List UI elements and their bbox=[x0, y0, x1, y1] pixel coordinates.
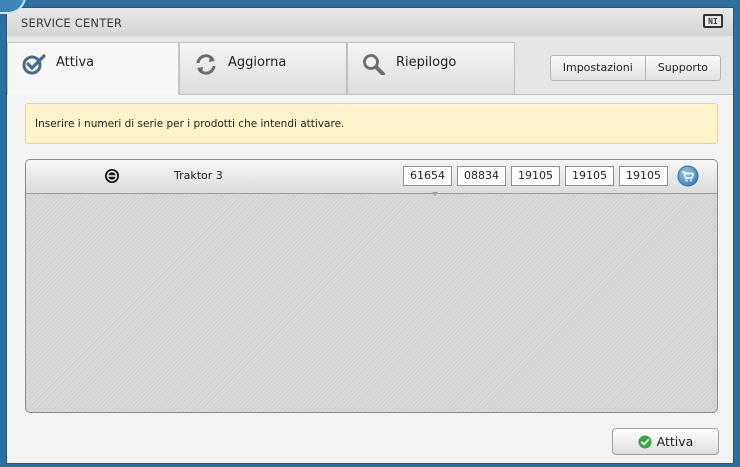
serial-field-5[interactable]: 19105 bbox=[619, 166, 668, 186]
support-button[interactable]: Supporto bbox=[644, 56, 720, 80]
serial-field-2[interactable]: 08834 bbox=[457, 166, 506, 186]
magnifier-icon bbox=[363, 54, 385, 75]
tab-aggiorna[interactable]: Aggiorna bbox=[179, 42, 347, 94]
product-name: Traktor 3 bbox=[174, 169, 223, 182]
tab-riepilogo[interactable]: Riepilogo bbox=[347, 42, 515, 94]
tab-bar: Attiva Aggiorna Riepilogo Impostazioni S… bbox=[7, 36, 733, 95]
product-row: Traktor 3 61654 08834 19105 19105 19105 bbox=[26, 160, 717, 194]
tab-attiva[interactable]: Attiva bbox=[7, 42, 179, 95]
check-circle-icon bbox=[638, 435, 652, 448]
row-pointer-icon bbox=[432, 192, 438, 196]
ni-logo-icon: NI bbox=[703, 14, 723, 28]
activate-button-label: Attiva bbox=[656, 434, 694, 449]
activate-button[interactable]: Attiva bbox=[612, 428, 719, 455]
settings-button[interactable]: Impostazioni bbox=[551, 56, 645, 80]
tab-aggiorna-label: Aggiorna bbox=[228, 55, 287, 70]
info-notice: Inserire i numeri di serie per i prodott… bbox=[25, 103, 718, 144]
service-center-window: SERVICE CENTER NI Attiva Aggiorna Riepil… bbox=[6, 7, 734, 464]
serial-number-fields: 61654 08834 19105 19105 19105 bbox=[403, 166, 668, 186]
traktor-logo-icon bbox=[105, 169, 119, 183]
serial-field-1[interactable]: 61654 bbox=[403, 166, 452, 186]
check-icon bbox=[22, 54, 46, 75]
window-title: SERVICE CENTER bbox=[21, 16, 123, 30]
serial-field-3[interactable]: 19105 bbox=[511, 166, 560, 186]
refresh-icon bbox=[196, 54, 216, 75]
title-bar: SERVICE CENTER NI bbox=[7, 8, 733, 37]
tab-riepilogo-label: Riepilogo bbox=[396, 55, 457, 70]
serial-field-4[interactable]: 19105 bbox=[565, 166, 614, 186]
cart-icon[interactable] bbox=[677, 165, 699, 187]
notice-text: Inserire i numeri di serie per i prodott… bbox=[35, 118, 345, 130]
top-button-group: Impostazioni Supporto bbox=[549, 55, 721, 81]
tab-attiva-label: Attiva bbox=[56, 55, 95, 70]
product-list-panel: Traktor 3 61654 08834 19105 19105 19105 bbox=[25, 159, 718, 413]
